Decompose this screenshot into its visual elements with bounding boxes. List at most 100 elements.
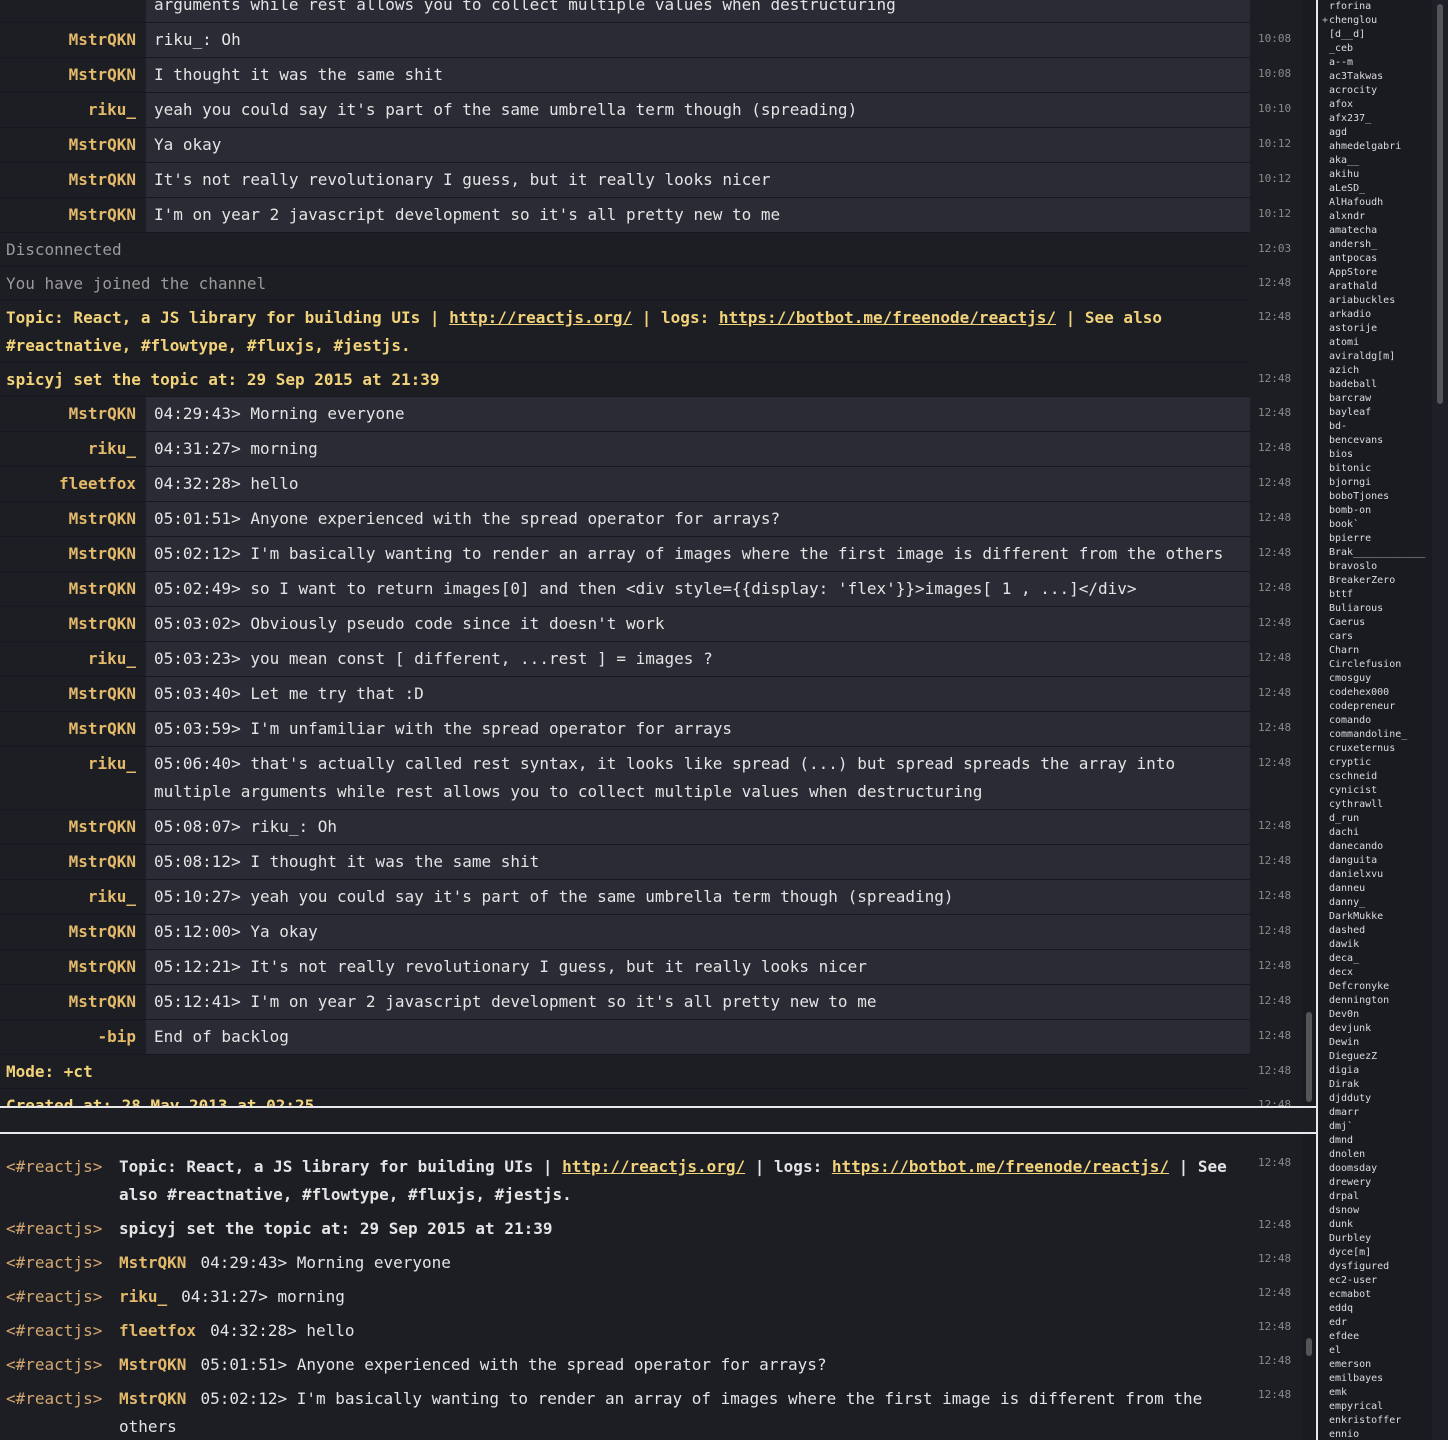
user-list-item[interactable]: bayleaf — [1318, 406, 1432, 420]
channel-label[interactable]: <#reactjs> — [0, 1283, 113, 1311]
user-list-item[interactable]: AlHafoudh — [1318, 196, 1432, 210]
user-list-item[interactable]: dawik — [1318, 938, 1432, 952]
user-list-item[interactable]: empyrical — [1318, 1400, 1432, 1414]
user-list-item[interactable]: + chenglou — [1318, 14, 1432, 28]
message-nick[interactable]: MstrQKN — [0, 537, 146, 571]
user-list-item[interactable]: [d__d] — [1318, 28, 1432, 42]
user-list-item[interactable]: bitonic — [1318, 462, 1432, 476]
user-list-item[interactable]: barcraw — [1318, 392, 1432, 406]
user-list-item[interactable]: dunk — [1318, 1218, 1432, 1232]
user-list-item[interactable]: djdduty — [1318, 1092, 1432, 1106]
message-nick[interactable]: MstrQKN — [0, 198, 146, 232]
message-nick[interactable]: MstrQKN — [0, 58, 146, 92]
message-nick[interactable]: riku_ — [0, 880, 146, 914]
highlight-nick[interactable]: fleetfox — [119, 1321, 196, 1340]
scrollbar-thumb[interactable] — [1306, 1338, 1312, 1356]
message-nick[interactable]: MstrQKN — [0, 23, 146, 57]
user-list-item[interactable]: _ceb — [1318, 42, 1432, 56]
user-list-item[interactable]: bttf — [1318, 588, 1432, 602]
user-list-item[interactable]: aka__ — [1318, 154, 1432, 168]
user-list-item[interactable]: Defcronyke — [1318, 980, 1432, 994]
highlight-log-scrollbar[interactable] — [1302, 1134, 1316, 1440]
message-nick[interactable]: riku_ — [0, 642, 146, 676]
message-nick[interactable]: MstrQKN — [0, 845, 146, 879]
user-list-item[interactable]: dyce[m] — [1318, 1246, 1432, 1260]
highlight-nick[interactable]: MstrQKN — [119, 1253, 186, 1272]
highlight-nick[interactable]: MstrQKN — [119, 1389, 186, 1408]
message-nick[interactable]: MstrQKN — [0, 163, 146, 197]
highlight-nick[interactable]: riku_ — [119, 1287, 167, 1306]
message-nick[interactable]: MstrQKN — [0, 502, 146, 536]
user-list[interactable]: rforina + chenglou [d__d] _ceb a--m ac3Takwas a… — [1316, 0, 1432, 1440]
message-nick[interactable]: MstrQKN — [0, 810, 146, 844]
user-list-item[interactable]: comando — [1318, 714, 1432, 728]
user-list-item[interactable]: andersh_ — [1318, 238, 1432, 252]
user-list-item[interactable]: bravoslo — [1318, 560, 1432, 574]
user-list-item[interactable]: danielxvu — [1318, 868, 1432, 882]
pane-divider[interactable] — [0, 1106, 1316, 1134]
channel-label[interactable]: <#reactjs> — [0, 1351, 113, 1379]
user-list-item[interactable]: cythrawll — [1318, 798, 1432, 812]
user-list-item[interactable]: ennio — [1318, 1428, 1432, 1440]
highlight-nick[interactable]: MstrQKN — [119, 1355, 186, 1374]
user-list-item[interactable]: emilbayes — [1318, 1372, 1432, 1386]
user-list-item[interactable]: Buliarous — [1318, 602, 1432, 616]
user-list-item[interactable]: edr — [1318, 1316, 1432, 1330]
user-list-item[interactable]: bpierre — [1318, 532, 1432, 546]
user-list-item[interactable]: acrocity — [1318, 84, 1432, 98]
user-list-item[interactable]: commandoline_ — [1318, 728, 1432, 742]
user-list-item[interactable]: dachi — [1318, 826, 1432, 840]
user-list-item[interactable]: boboTjones — [1318, 490, 1432, 504]
topic-link[interactable]: https://botbot.me/freenode/reactjs/ — [719, 308, 1056, 327]
user-list-item[interactable]: Circlefusion — [1318, 658, 1432, 672]
user-list-item[interactable]: cryptic — [1318, 756, 1432, 770]
user-list-item[interactable]: bencevans — [1318, 434, 1432, 448]
user-list-item[interactable]: danneu — [1318, 882, 1432, 896]
user-list-item[interactable]: a--m — [1318, 56, 1432, 70]
user-list-item[interactable]: cruxeternus — [1318, 742, 1432, 756]
user-list-item[interactable]: azich — [1318, 364, 1432, 378]
user-list-item[interactable]: bjorngi — [1318, 476, 1432, 490]
user-list-item[interactable]: dennington — [1318, 994, 1432, 1008]
user-list-item[interactable]: devjunk — [1318, 1022, 1432, 1036]
user-list-item[interactable]: afox — [1318, 98, 1432, 112]
user-list-item[interactable]: dnolen — [1318, 1148, 1432, 1162]
user-list-item[interactable]: bd- — [1318, 420, 1432, 434]
user-list-item[interactable]: Dirak — [1318, 1078, 1432, 1092]
message-nick[interactable]: MstrQKN — [0, 128, 146, 162]
message-nick[interactable]: riku_ — [0, 432, 146, 466]
user-list-item[interactable]: badeball — [1318, 378, 1432, 392]
user-list-item[interactable]: emerson — [1318, 1358, 1432, 1372]
user-list-item[interactable]: ahmedelgabri — [1318, 140, 1432, 154]
user-list-item[interactable]: doomsday — [1318, 1162, 1432, 1176]
user-list-item[interactable]: alxndr — [1318, 210, 1432, 224]
scrollbar-thumb[interactable] — [1437, 4, 1443, 404]
message-nick[interactable]: -bip — [0, 1020, 146, 1054]
user-list-item[interactable]: dmarr — [1318, 1106, 1432, 1120]
message-nick[interactable]: riku_ — [0, 93, 146, 127]
user-list-item[interactable]: d_run — [1318, 812, 1432, 826]
user-list-item[interactable]: drpal — [1318, 1190, 1432, 1204]
user-list-item[interactable]: dysfigured — [1318, 1260, 1432, 1274]
user-list-item[interactable]: dmnd — [1318, 1134, 1432, 1148]
message-nick[interactable]: MstrQKN — [0, 572, 146, 606]
user-list-item[interactable]: ariabuckles — [1318, 294, 1432, 308]
message-nick[interactable]: MstrQKN — [0, 607, 146, 641]
user-list-item[interactable]: codepreneur — [1318, 700, 1432, 714]
user-list-item[interactable]: afx237_ — [1318, 112, 1432, 126]
user-list-item[interactable]: aviraldg[m] — [1318, 350, 1432, 364]
user-list-item[interactable]: dsnow — [1318, 1204, 1432, 1218]
user-list-item[interactable]: antpocas — [1318, 252, 1432, 266]
user-list-item[interactable]: arathald — [1318, 280, 1432, 294]
user-list-item[interactable]: bios — [1318, 448, 1432, 462]
user-list-item[interactable]: efdee — [1318, 1330, 1432, 1344]
user-list-item[interactable]: decx — [1318, 966, 1432, 980]
user-list-item[interactable]: drewery — [1318, 1176, 1432, 1190]
channel-label[interactable]: <#reactjs> — [0, 1249, 113, 1277]
user-list-item[interactable]: DieguezZ — [1318, 1050, 1432, 1064]
user-list-item[interactable]: ac3Takwas — [1318, 70, 1432, 84]
user-list-item[interactable]: cars — [1318, 630, 1432, 644]
user-list-item[interactable]: rforina — [1318, 0, 1432, 14]
user-list-item[interactable]: digia — [1318, 1064, 1432, 1078]
user-list-item[interactable]: Charn — [1318, 644, 1432, 658]
